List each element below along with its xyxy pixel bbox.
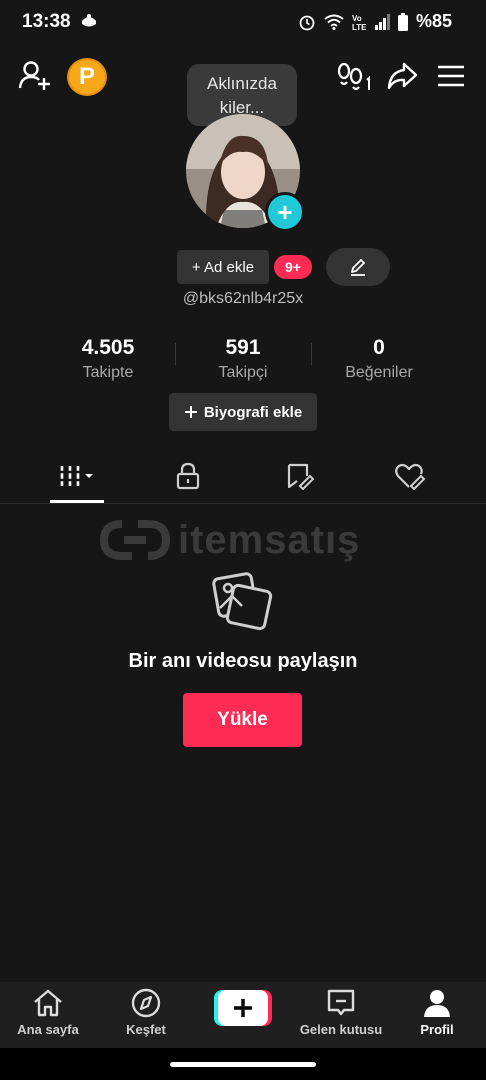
watermark-logo-icon: [100, 520, 170, 560]
stat-following[interactable]: 4.505 Takipte: [43, 336, 173, 382]
inbox-icon: [327, 989, 355, 1016]
watermark-text: itemsatış: [178, 517, 361, 562]
stat-followers[interactable]: 591 Takipçi: [178, 336, 308, 382]
divider: [311, 343, 312, 365]
watermark: itemsatış: [100, 515, 390, 565]
create-button[interactable]: [214, 990, 272, 1026]
share-icon[interactable]: [386, 61, 418, 91]
compass-icon: [131, 988, 161, 1018]
profile-icon: [424, 990, 450, 1017]
stat-followers-value: 591: [225, 336, 261, 359]
add-bio-button[interactable]: Biyografi ekle: [169, 393, 317, 431]
photo-stack-icon: [212, 572, 273, 631]
add-friend-icon[interactable]: [18, 60, 52, 92]
notification-badge[interactable]: 9+: [274, 255, 312, 279]
volte-icon: VoLTE: [352, 14, 366, 31]
stat-following-value: 4.505: [81, 336, 135, 359]
tab-reposts[interactable]: [270, 458, 330, 494]
stat-likes-label: Beğeniler: [345, 364, 413, 381]
grid-icon: [59, 466, 93, 486]
nav-profile[interactable]: Profil: [392, 988, 482, 1037]
add-bio-label: Biyografi ekle: [203, 403, 303, 421]
status-time: 13:38: [22, 11, 71, 32]
status-right: Vo LTE %85: [298, 11, 452, 32]
plus-icon: [184, 406, 197, 418]
nav-inbox[interactable]: Gelen kutusu: [296, 988, 386, 1037]
menu-icon[interactable]: [437, 64, 465, 88]
upload-button[interactable]: Yükle: [183, 693, 302, 747]
svg-text:LTE: LTE: [352, 23, 366, 31]
pencil-icon: [351, 259, 365, 276]
tab-liked[interactable]: [380, 458, 440, 494]
empty-state-title: Bir anı videosu paylaşın: [128, 650, 358, 672]
stat-following-label: Takipte: [82, 364, 134, 381]
nav-home-label: Ana sayfa: [17, 1022, 79, 1037]
lock-icon: [176, 462, 200, 490]
battery-percent: %85: [415, 11, 452, 31]
signal-icon: [374, 13, 390, 30]
footprints-icon[interactable]: [336, 62, 372, 92]
repost-icon: [287, 463, 315, 490]
stat-likes-value: 0: [373, 336, 385, 359]
home-icon: [34, 989, 62, 1017]
nav-explore[interactable]: Keşfet: [101, 988, 191, 1037]
stat-likes[interactable]: 0 Beğeniler: [314, 336, 444, 382]
notification-app-icon: [82, 14, 96, 27]
tab-private[interactable]: [158, 458, 218, 494]
tab-videos[interactable]: [48, 458, 108, 494]
battery-icon: [397, 12, 408, 31]
nav-profile-label: Profil: [420, 1022, 454, 1037]
username: @bks62nlb4r25x: [182, 290, 304, 307]
alarm-icon: [299, 15, 315, 30]
nav-home[interactable]: Ana sayfa: [3, 988, 93, 1037]
gesture-bar[interactable]: [170, 1062, 316, 1067]
points-badge[interactable]: P: [67, 58, 107, 96]
divider: [175, 343, 176, 365]
add-avatar-button[interactable]: +: [265, 192, 305, 232]
divider: [0, 503, 486, 504]
liked-icon: [395, 463, 426, 490]
nav-explore-label: Keşfet: [126, 1022, 166, 1037]
stat-followers-label: Takipçi: [218, 364, 268, 381]
edit-profile-button[interactable]: [326, 248, 390, 286]
nav-inbox-label: Gelen kutusu: [299, 1022, 383, 1037]
wifi-icon: [324, 14, 344, 30]
svg-text:Vo: Vo: [352, 14, 362, 23]
add-name-button[interactable]: + Ad ekle: [177, 250, 269, 284]
